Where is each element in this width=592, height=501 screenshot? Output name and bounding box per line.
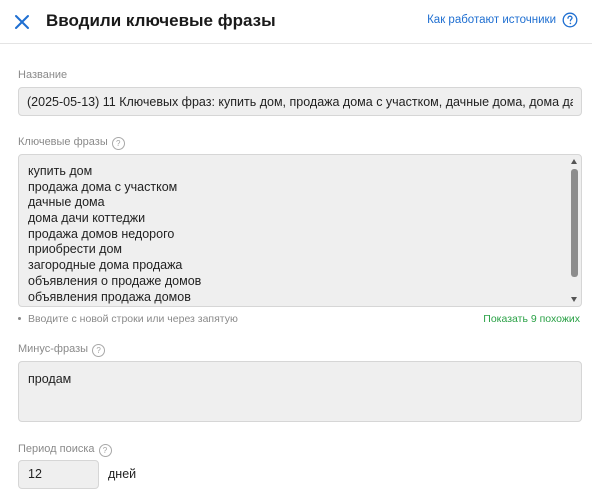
scroll-up-arrow-icon[interactable] <box>571 159 577 164</box>
close-icon[interactable] <box>12 12 32 32</box>
keyword-item: приобрести дом <box>28 242 122 257</box>
keyword-item: дачные дома <box>28 195 105 210</box>
scroll-down-arrow-icon[interactable] <box>571 297 577 302</box>
keyword-item: продажа домов недорого <box>28 226 175 241</box>
minus-label-text: Минус-фразы <box>18 343 89 355</box>
question-icon[interactable]: ? <box>111 137 125 150</box>
name-label-text: Название <box>18 69 68 81</box>
keywords-hint: Вводите с новой строки или через запятую <box>18 313 238 325</box>
minus-phrases-value: продам <box>28 372 72 386</box>
keyword-item: загородные дома продажа <box>28 258 183 273</box>
period-unit: дней <box>108 467 137 481</box>
question-icon[interactable]: ? <box>92 344 106 357</box>
keyword-item: объявления продажа домов <box>28 289 191 304</box>
period-input[interactable]: 12 <box>18 460 99 489</box>
page-title: Вводили ключевые фразы <box>46 11 276 30</box>
keywords-scrollbar[interactable] <box>570 157 579 304</box>
scroll-thumb[interactable] <box>571 169 578 277</box>
how-sources-work-link[interactable]: Как работают источники <box>427 14 556 26</box>
question-icon[interactable]: ? <box>98 444 112 457</box>
panel-header: Вводили ключевые фразы Как работают исто… <box>0 0 592 44</box>
period-value: 12 <box>28 467 42 481</box>
name-label: Название <box>18 69 67 81</box>
keyword-item: продажа дома с участком <box>28 179 178 194</box>
keywords-list: купить дом продажа дома с участком дачные … <box>28 164 201 305</box>
keywords-label-text: Ключевые фразы <box>18 136 108 148</box>
minus-label: Минус-фразы? <box>18 343 106 357</box>
bullet-icon <box>18 317 21 320</box>
keywords-textarea[interactable]: купить дом продажа дома с участком дачные … <box>18 154 582 307</box>
keyword-item: дома дачи коттеджи <box>28 211 146 226</box>
period-label-text: Период поиска <box>18 443 95 455</box>
keyword-source-panel: Вводили ключевые фразы Как работают исто… <box>0 0 592 501</box>
question-circle-icon[interactable] <box>562 12 578 28</box>
show-similar-link[interactable]: Показать 9 похожих <box>483 313 580 325</box>
period-label: Период поиска? <box>18 443 112 457</box>
name-input[interactable] <box>18 87 582 116</box>
keywords-label: Ключевые фразы? <box>18 136 125 150</box>
minus-phrases-textarea[interactable]: продам <box>18 361 582 422</box>
keyword-item: объявления о продаже домов <box>28 273 202 288</box>
keyword-item: купить дом <box>28 164 93 178</box>
keywords-hint-text: Вводите с новой строки или через запятую <box>28 313 238 325</box>
